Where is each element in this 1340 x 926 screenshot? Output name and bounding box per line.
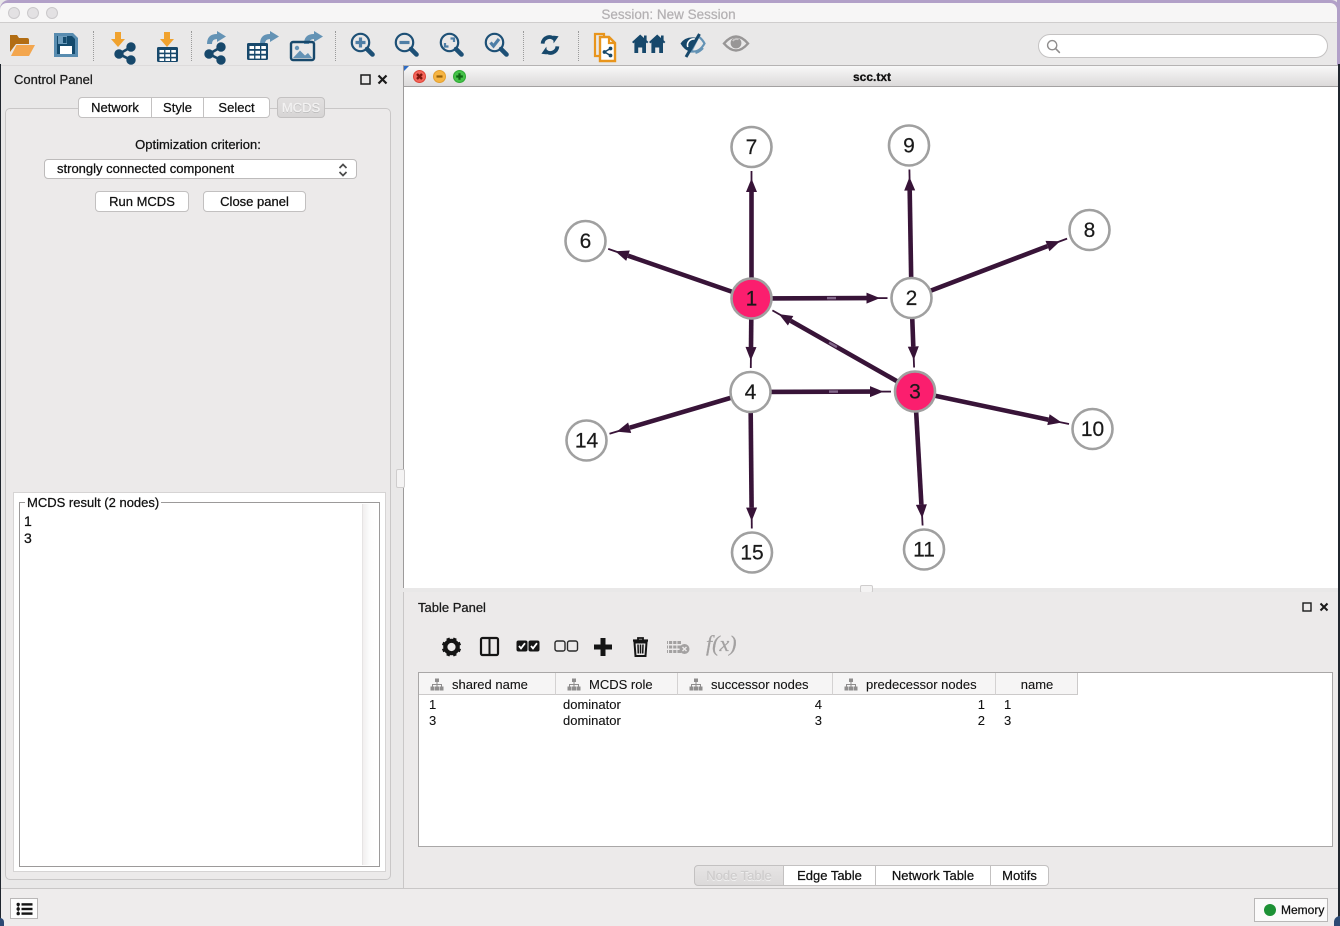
svg-text:4: 4 (745, 381, 757, 404)
svg-text:7: 7 (746, 136, 758, 159)
svg-text:10: 10 (1081, 418, 1104, 441)
svg-text:2: 2 (906, 287, 918, 310)
svg-text:8: 8 (1084, 219, 1096, 242)
svg-text:1: 1 (746, 288, 758, 311)
svg-text:15: 15 (740, 542, 763, 565)
svg-text:11: 11 (913, 539, 935, 562)
svg-text:9: 9 (903, 135, 915, 158)
svg-text:6: 6 (580, 230, 592, 253)
svg-text:3: 3 (909, 381, 921, 404)
svg-text:14: 14 (575, 430, 599, 453)
